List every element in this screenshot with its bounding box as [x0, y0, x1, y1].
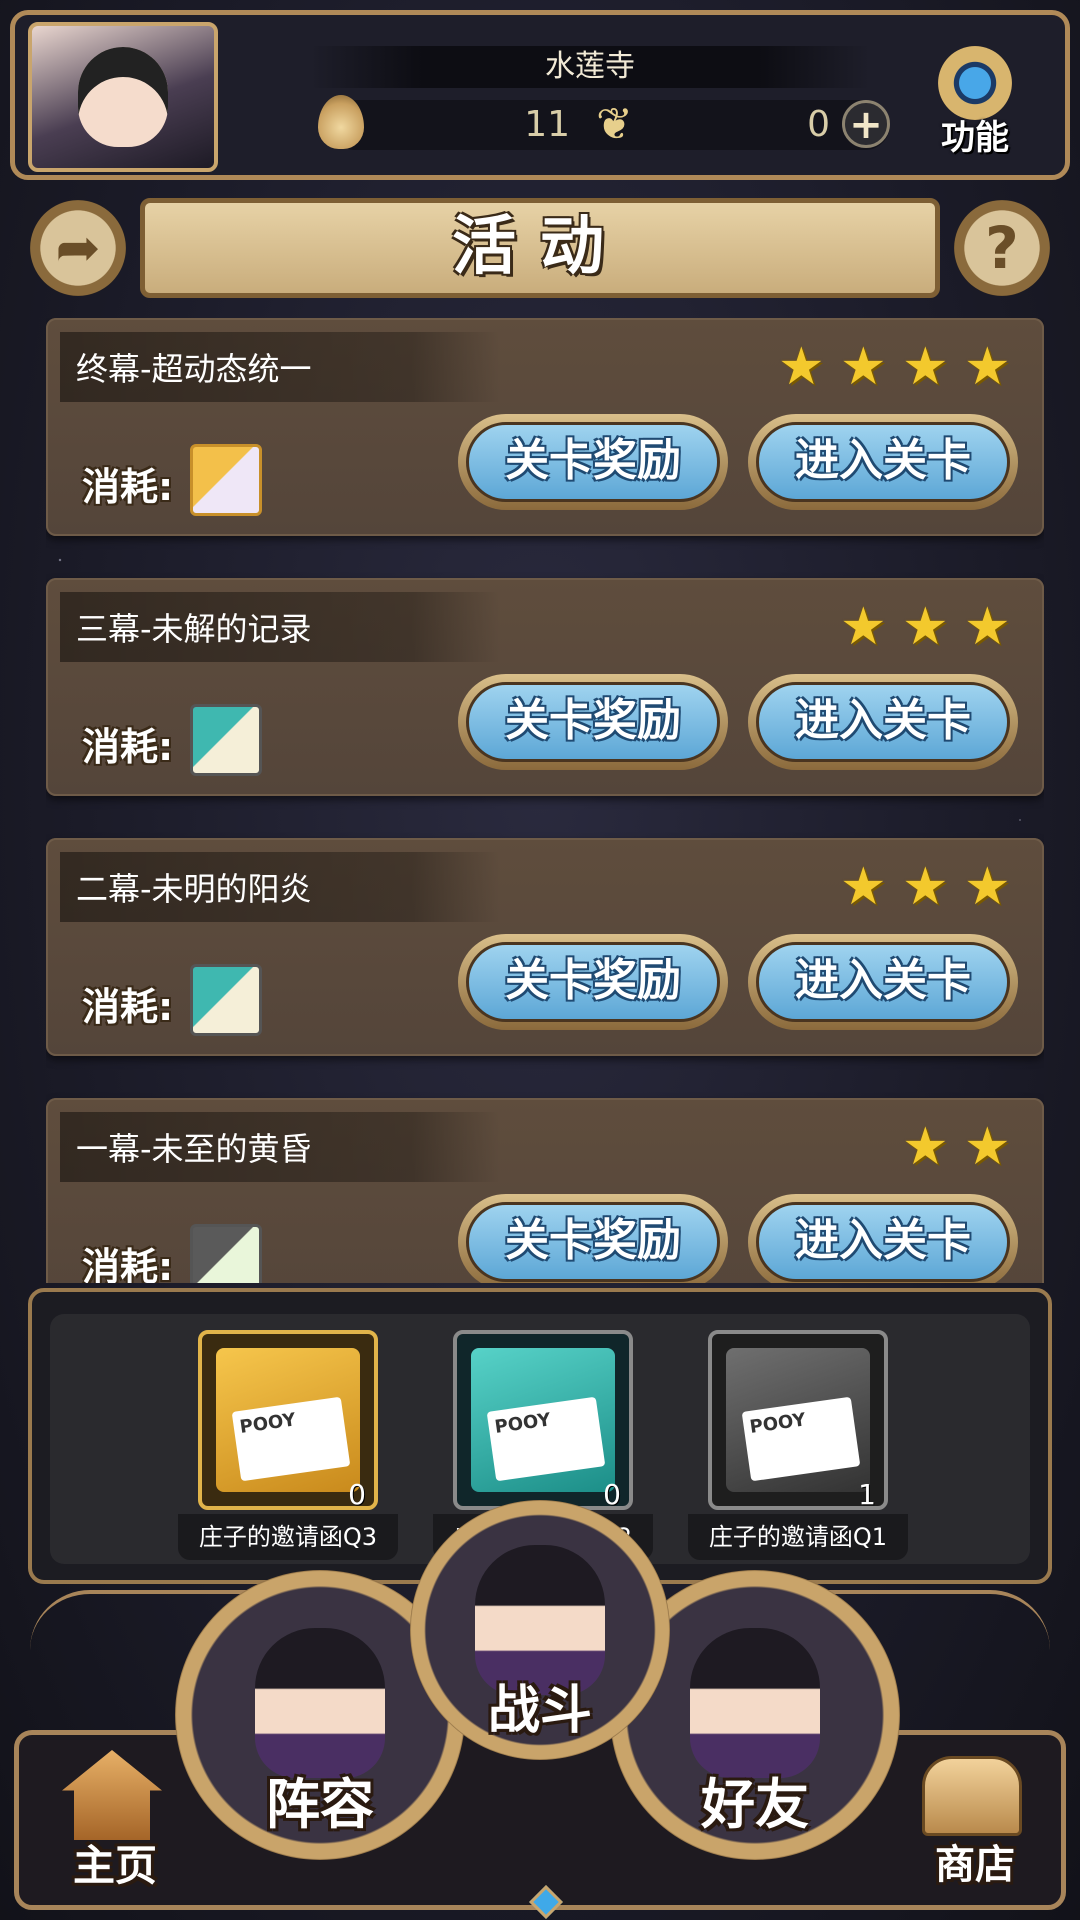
stage-reward-label: 关卡奖励: [466, 422, 720, 502]
enter-stage-button[interactable]: 进入关卡: [748, 1194, 1018, 1283]
stage-reward-label: 关卡奖励: [466, 1202, 720, 1282]
enter-stage-label: 进入关卡: [756, 682, 1010, 762]
house-icon: [62, 1750, 162, 1840]
star-icon: ★: [964, 857, 1011, 917]
nav-shop-button[interactable]: 商店: [900, 1740, 1050, 1910]
stage-card: 二幕-未明的阳炎 ★ ★ ★ 消耗: 关卡奖励 进入关卡: [46, 838, 1044, 1056]
floppy-disk-icon: [190, 444, 262, 516]
player-avatar[interactable]: [28, 22, 218, 172]
enter-stage-label: 进入关卡: [756, 1202, 1010, 1282]
stage-name: 一幕-未至的黄昏: [76, 1130, 312, 1168]
nav-home-label: 主页: [72, 1841, 157, 1890]
cost-label: 消耗:: [82, 985, 174, 1029]
star-icon: ★: [840, 857, 887, 917]
stage-name: 终幕-超动态统一: [76, 350, 312, 388]
star-icon: ★: [902, 857, 949, 917]
enter-stage-label: 进入关卡: [756, 942, 1010, 1022]
cost-label: 消耗:: [82, 1245, 174, 1283]
item-count: 0: [348, 1478, 366, 1510]
item-count: 1: [858, 1478, 876, 1510]
back-arrow-icon: ➦: [55, 216, 101, 279]
item-card: POOY 0: [453, 1330, 633, 1510]
avatar-face: [78, 47, 168, 147]
cost-label: 消耗:: [82, 465, 174, 509]
function-label: 功能: [941, 118, 1009, 158]
character-portrait: [255, 1628, 385, 1779]
page-title-plate: 活动: [140, 198, 940, 298]
stage-name: 三幕-未解的记录: [76, 610, 312, 648]
nav-team-label: 阵容: [266, 1773, 374, 1836]
star-icon: ★: [964, 337, 1011, 397]
stage-reward-button[interactable]: 关卡奖励: [458, 934, 728, 1030]
stage-stars: ★ ★ ★ ★: [778, 337, 1014, 397]
floppy-disk-icon: [190, 1224, 262, 1283]
floppy-disk-icon: [190, 704, 262, 776]
cost-label: 消耗:: [82, 725, 174, 769]
gear-icon: [938, 46, 1012, 120]
stage-stars: ★ ★: [902, 1117, 1014, 1177]
enter-stage-button[interactable]: 进入关卡: [748, 934, 1018, 1030]
nav-home-button[interactable]: 主页: [40, 1740, 190, 1910]
stage-name: 二幕-未明的阳炎: [76, 870, 312, 908]
help-button[interactable]: ?: [954, 200, 1050, 296]
inventory-item[interactable]: POOY 1 庄子的邀请函Q1: [688, 1330, 908, 1564]
star-icon: ★: [902, 1117, 949, 1177]
stage-reward-label: 关卡奖励: [466, 682, 720, 762]
treasure-chest-icon: [922, 1756, 1022, 1836]
item-name: 庄子的邀请函Q3: [178, 1514, 398, 1560]
floppy-disk-icon: [190, 964, 262, 1036]
nav-shop-label: 商店: [935, 1842, 1015, 1888]
star-icon: ★: [778, 337, 825, 397]
stage-card: 一幕-未至的黄昏 ★ ★ 消耗: 关卡奖励 进入关卡: [46, 1098, 1044, 1283]
item-card: POOY 0: [198, 1330, 378, 1510]
stage-reward-button[interactable]: 关卡奖励: [458, 674, 728, 770]
butterfly-icon: ❦: [596, 99, 633, 150]
item-count: 0: [603, 1478, 621, 1510]
stage-stars: ★ ★ ★: [840, 597, 1014, 657]
stage-list[interactable]: 终幕-超动态统一 ★ ★ ★ ★ 消耗: 关卡奖励 进入关卡 三幕-未解的记录 ★ ★ ★…: [46, 318, 1044, 1283]
star-icon: ★: [840, 337, 887, 397]
enter-stage-label: 进入关卡: [756, 422, 1010, 502]
stage-card: 终幕-超动态统一 ★ ★ ★ ★ 消耗: 关卡奖励 进入关卡: [46, 318, 1044, 536]
nav-battle-button[interactable]: 战斗: [410, 1500, 670, 1760]
stage-reward-label: 关卡奖励: [466, 942, 720, 1022]
star-icon: ★: [964, 597, 1011, 657]
nav-battle-label: 战斗: [487, 1681, 592, 1741]
character-portrait: [690, 1628, 820, 1779]
nav-friends-label: 好友: [701, 1773, 809, 1836]
star-icon: ★: [964, 1117, 1011, 1177]
item-card: POOY 1: [708, 1330, 888, 1510]
star-icon: ★: [902, 597, 949, 657]
enter-stage-button[interactable]: 进入关卡: [748, 674, 1018, 770]
resource-count-1: 11: [524, 104, 570, 145]
resource-count-2: 0: [807, 104, 830, 145]
stage-card: 三幕-未解的记录 ★ ★ ★ 消耗: 关卡奖励 进入关卡: [46, 578, 1044, 796]
star-icon: ★: [902, 337, 949, 397]
stage-stars: ★ ★ ★: [840, 857, 1014, 917]
add-resource-button[interactable]: +: [842, 100, 890, 148]
function-button[interactable]: 功能: [920, 46, 1030, 158]
page-title: 活动: [452, 210, 628, 284]
enter-stage-button[interactable]: 进入关卡: [748, 414, 1018, 510]
stage-reward-button[interactable]: 关卡奖励: [458, 1194, 728, 1283]
stage-reward-button[interactable]: 关卡奖励: [458, 414, 728, 510]
item-name: 庄子的邀请函Q1: [688, 1514, 908, 1560]
star-icon: ★: [840, 597, 887, 657]
player-name: 水莲寺: [310, 46, 870, 88]
inventory-item[interactable]: POOY 0 庄子的邀请函Q3: [178, 1330, 398, 1564]
question-icon: ?: [985, 214, 1019, 282]
back-button[interactable]: ➦: [30, 200, 126, 296]
